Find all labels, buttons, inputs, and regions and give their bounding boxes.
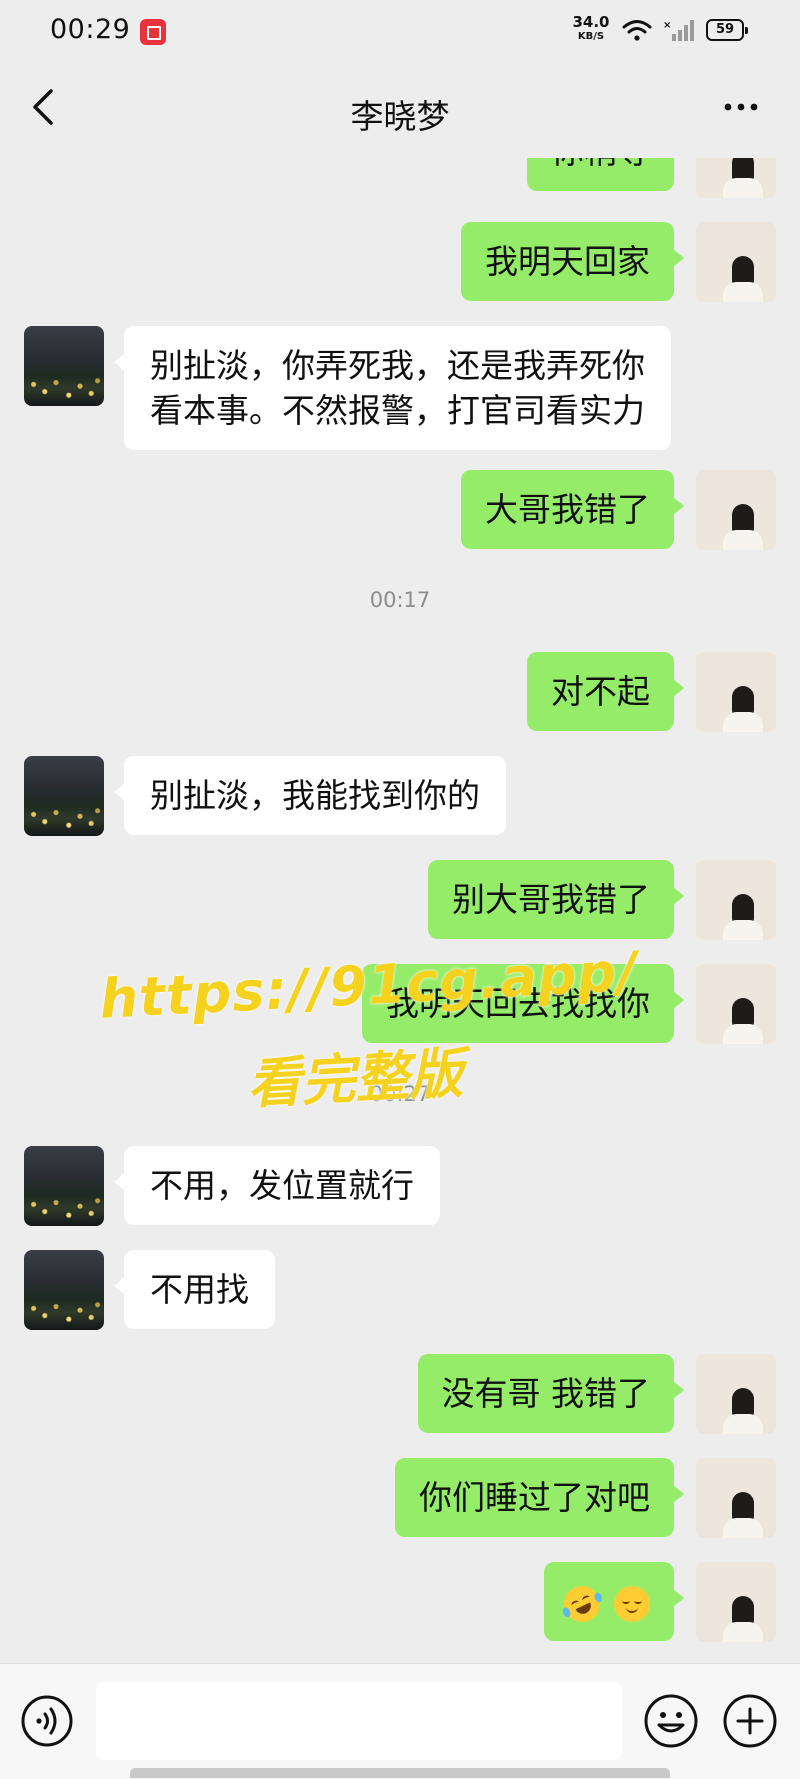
outgoing-message[interactable]: 没有哥 我错了 [417,1354,684,1433]
message-line: 看本事。不然报警，打官司看实力 [150,391,645,430]
my-avatar[interactable] [696,964,776,1044]
chat-header: 李晓梦 [0,60,800,158]
status-bar: 00:29 34.0 KB/S × 59 [0,0,800,60]
outgoing-message[interactable]: 我明天回去找找你 [362,964,684,1043]
status-time: 00:29 [50,14,131,45]
my-avatar[interactable] [696,158,776,198]
home-indicator [130,1768,670,1778]
outgoing-message[interactable]: 你稍等 [527,158,674,191]
my-avatar[interactable] [696,470,776,550]
contact-avatar[interactable] [24,1146,104,1226]
network-speed: 34.0 KB/S [570,15,612,42]
wifi-icon [622,20,652,41]
my-avatar[interactable] [696,1562,776,1642]
outgoing-message[interactable]: 你们睡过了对吧 [395,1458,684,1537]
outgoing-message[interactable]: 大哥我错了 [461,470,684,549]
incoming-message[interactable]: 不用找 [114,1250,275,1329]
timestamp: 00:27 [369,1082,431,1106]
contact-avatar[interactable] [24,326,104,406]
emoji-button[interactable] [643,1693,699,1749]
battery-icon: 59 [706,19,748,41]
message-line: 别扯淡，你弄死我，还是我弄死你 [150,346,645,385]
outgoing-message[interactable]: 对不起 [527,652,684,731]
rolling-laughing-emoji [557,1579,606,1628]
incoming-message[interactable]: 不用，发位置就行 [114,1146,440,1225]
incoming-message[interactable]: 别扯淡，你弄死我，还是我弄死你 看本事。不然报警，打官司看实力 [114,326,671,450]
screen-record-icon [140,19,166,45]
contact-avatar[interactable] [24,1250,104,1330]
input-bar [0,1663,800,1779]
my-avatar[interactable] [696,860,776,940]
network-speed-value: 34.0 [572,13,610,31]
network-speed-unit: KB/S [577,31,605,42]
my-avatar[interactable] [696,1458,776,1538]
signal-icon: × [663,20,694,41]
more-options-button[interactable] [716,82,766,132]
my-avatar[interactable] [696,222,776,302]
timestamp: 00:17 [369,588,431,612]
outgoing-message[interactable]: 别大哥我错了 [428,860,684,939]
voice-input-button[interactable] [20,1694,74,1748]
incoming-message[interactable]: 别扯淡，我能找到你的 [114,756,506,835]
message-input[interactable] [96,1682,622,1760]
outgoing-message[interactable]: 我明天回家 [461,222,684,301]
outgoing-emoji-message[interactable] [543,1562,684,1641]
chat-title: 李晓梦 [350,97,450,136]
chat-message-list[interactable]: 你稍等 我明天回家 别扯淡，你弄死我，还是我弄死你 看本事。不然报警，打官司看实… [0,158,800,1663]
my-avatar[interactable] [696,1354,776,1434]
relieved-emoji [614,1585,650,1622]
contact-avatar[interactable] [24,756,104,836]
my-avatar[interactable] [696,652,776,732]
back-button[interactable] [20,82,70,132]
svg-text:×: × [663,20,671,31]
more-functions-button[interactable] [722,1693,778,1749]
